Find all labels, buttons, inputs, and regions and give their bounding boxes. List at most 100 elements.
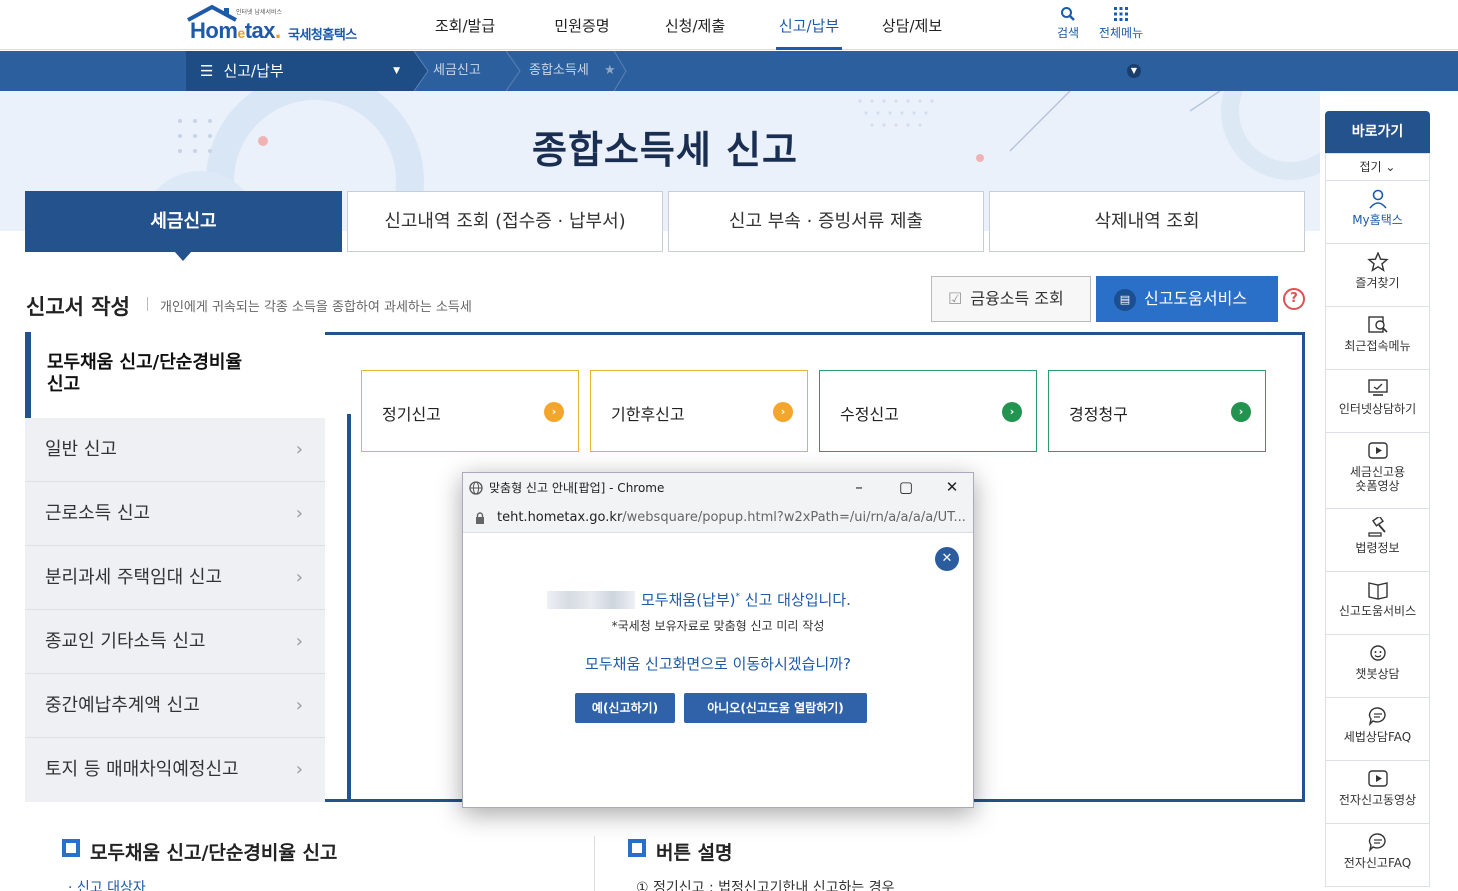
quick-item-recent[interactable]: 최근접속메뉴	[1325, 307, 1430, 370]
sidebar-item-general[interactable]: 일반 신고 ›	[25, 418, 325, 482]
tab-deleted-history[interactable]: 삭제내역 조회	[989, 191, 1305, 252]
chevron-down-icon: ⌄	[1385, 160, 1396, 174]
logo-brand-post: tax	[244, 18, 276, 43]
sidebar-item-religious[interactable]: 종교인 기타소득 신고 ›	[25, 610, 325, 674]
card-late-filing[interactable]: 기한후신고 ›	[590, 370, 808, 452]
hometax-logo[interactable]: 인터넷 납세서비스 Hometax. 국세청홈택스	[186, 4, 376, 46]
logo-subtitle: 국세청홈택스	[288, 28, 357, 43]
chevron-right-icon: ›	[295, 503, 303, 524]
page: 인터넷 납세서비스 Hometax. 국세청홈택스 조회/발급 민원증명 신청/…	[0, 0, 1458, 891]
chevron-right-icon: ›	[295, 759, 303, 780]
tab-tax-filing[interactable]: 세금신고	[25, 191, 342, 252]
quick-menu: 바로가기 접기 ⌄ My홈택스 즐겨찾기 최근접속메뉴 인터넷상담하기 세금신고…	[1325, 111, 1430, 891]
quick-item-label: 전자신고FAQ	[1343, 856, 1412, 870]
global-nav: 조회/발급 민원증명 신청/제출 신고/납부 상담/제보	[400, 0, 962, 50]
sidebar-border	[347, 414, 351, 802]
quick-item-label: 전자신고동영상	[1338, 793, 1417, 807]
quick-item-my-hometax[interactable]: My홈택스	[1325, 181, 1430, 244]
minimize-button[interactable]: –	[839, 473, 879, 503]
recent-search-icon	[1367, 316, 1388, 333]
chat-icon	[1368, 707, 1386, 726]
bottom-right-sub: ① 정기신고 : 법정신고기한내 신고하는 경우	[636, 880, 895, 891]
filing-help-button[interactable]: ▤ 신고도움서비스	[1096, 276, 1278, 322]
star-icon	[1366, 252, 1389, 272]
all-menu-button[interactable]: 전체메뉴	[1096, 6, 1146, 41]
popup-close-icon[interactable]: ✕	[935, 547, 959, 571]
sidebar-item-simple-filing[interactable]: 모두채움 신고/단순경비율 신고	[25, 332, 325, 418]
maximize-button[interactable]: ▢	[886, 473, 926, 503]
popup-yes-button[interactable]: 예(신고하기)	[575, 693, 675, 723]
quick-item-filing-help[interactable]: 신고도움서비스	[1325, 572, 1430, 635]
quick-item-favorites[interactable]: 즐겨찾기	[1325, 244, 1430, 307]
nav-inquiry[interactable]: 조회/발급	[400, 0, 530, 50]
breadcrumb-income-tax[interactable]: 종합소득세	[529, 51, 589, 91]
financial-income-button[interactable]: ☑ 금융소득 조회	[931, 276, 1091, 322]
page-title: 종합소득세 신고	[532, 128, 798, 172]
active-tab-arrow	[174, 251, 192, 261]
quick-item-chatbot[interactable]: 챗봇상담	[1325, 635, 1430, 698]
quick-item-law[interactable]: 법령정보	[1325, 509, 1430, 572]
card-correction-claim[interactable]: 경정청구 ›	[1048, 370, 1266, 452]
chevron-right-icon: ›	[295, 631, 303, 652]
quick-menu-title: 바로가기	[1325, 111, 1430, 153]
quick-item-label: 즐겨찾기	[1355, 276, 1400, 290]
window-close-button[interactable]: ✕	[932, 473, 972, 503]
popup-no-button[interactable]: 아니오(신고도움 열람하기)	[684, 693, 867, 723]
quick-item-label: 세금신고용 숏폼영상	[1349, 465, 1406, 493]
nav-application[interactable]: 신청/제출	[634, 0, 756, 50]
card-regular-filing[interactable]: 정기신고 ›	[361, 370, 579, 452]
sidebar-item-rental[interactable]: 분리과세 주택임대 신고 ›	[25, 546, 325, 610]
logo-brand: Hometax.	[190, 18, 281, 44]
search-icon	[1061, 7, 1075, 21]
sidebar-item-earned-income[interactable]: 근로소득 신고 ›	[25, 482, 325, 546]
arrow-right-icon: ›	[1231, 402, 1251, 422]
chevron-separator-icon	[414, 51, 429, 91]
chevron-right-icon: ›	[295, 439, 303, 460]
sidebar-head-line2: 신고	[47, 374, 81, 395]
tab-filing-history[interactable]: 신고내역 조회 (접수증 · 납부서)	[347, 191, 663, 252]
quick-item-efiling-video[interactable]: 전자신고동영상	[1325, 761, 1430, 824]
location-expand-icon[interactable]: ▼	[1127, 64, 1141, 78]
chatbot-icon	[1369, 645, 1386, 661]
tab-attachments[interactable]: 신고 부속 · 증빙서류 제출	[668, 191, 984, 252]
nav-filing-payment[interactable]: 신고/납부	[776, 0, 842, 50]
popup-url-bar[interactable]: teht.hometax.go.kr/websquare/popup.html?…	[463, 503, 973, 533]
help-question-icon[interactable]: ?	[1283, 288, 1305, 310]
arrow-right-icon: ›	[1002, 402, 1022, 422]
sidebar-item-interim[interactable]: 중간예납추계액 신고 ›	[25, 674, 325, 738]
quick-item-shortform-video[interactable]: 세금신고용 숏폼영상	[1325, 433, 1430, 509]
logo-tagline: 인터넷 납세서비스	[236, 9, 283, 16]
quick-item-tax-faq[interactable]: 세법상담FAQ	[1325, 698, 1430, 761]
chat-icon	[1368, 833, 1386, 852]
logo-brand-pre: Hom	[190, 18, 238, 43]
search-label: 검색	[1056, 26, 1080, 40]
nav-certificate[interactable]: 민원증명	[530, 0, 634, 50]
user-icon	[1368, 189, 1387, 209]
location-bar: ☰ 신고/납부 ▼ 세금신고 종합소득세 ★ ▼	[0, 51, 1458, 91]
sidebar-item-label: 일반 신고	[45, 439, 117, 460]
arrow-right-icon: ›	[773, 402, 793, 422]
section-description: 개인에게 귀속되는 각종 소득을 종합하여 과세하는 소득세	[160, 300, 472, 315]
quick-menu-fold-button[interactable]: 접기 ⌄	[1325, 153, 1430, 181]
bottom-divider	[594, 836, 595, 891]
bottom-left-sub: · 신고 대상자	[68, 880, 146, 891]
nav-consult[interactable]: 상담/제보	[862, 0, 962, 50]
chevron-right-icon: ›	[295, 695, 303, 716]
popup-message-question: 모두채움 신고화면으로 이동하시겠습니까?	[585, 655, 851, 673]
card-label: 기한후신고	[611, 405, 685, 424]
caret-down-icon: ▼	[393, 66, 400, 76]
search-button[interactable]: 검색	[1054, 6, 1082, 41]
quick-item-efiling-faq[interactable]: 전자신고FAQ	[1325, 824, 1430, 887]
blurred-user-name	[547, 591, 635, 609]
sidebar-item-land[interactable]: 토지 등 매매차익예정신고 ›	[25, 738, 325, 802]
quick-item-online-consult[interactable]: 인터넷상담하기	[1325, 370, 1430, 433]
quick-item-label: 법령정보	[1355, 541, 1400, 555]
chevron-separator-icon	[613, 51, 627, 91]
card-amended-filing[interactable]: 수정신고 ›	[819, 370, 1037, 452]
play-icon	[1367, 442, 1388, 459]
hamburger-icon: ☰	[200, 62, 214, 80]
card-label: 수정신고	[840, 405, 899, 424]
location-menu-dropdown[interactable]: ☰ 신고/납부 ▼	[186, 51, 414, 91]
grid-menu-icon	[1114, 7, 1128, 21]
breadcrumb-tax-filing[interactable]: 세금신고	[433, 51, 481, 91]
